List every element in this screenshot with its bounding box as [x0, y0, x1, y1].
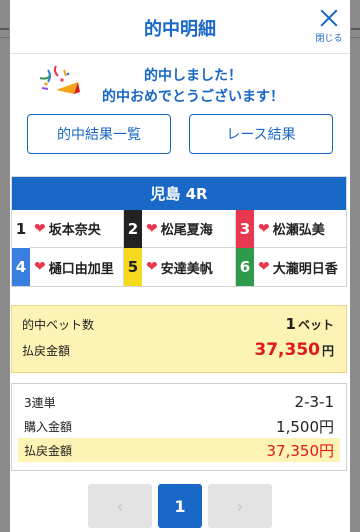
bet-type-label: 3連単 — [24, 395, 56, 410]
heart-icon[interactable]: ❤ — [146, 259, 158, 275]
hit-detail-modal: 的中明細 閉じる 的中しました！ 的中おめでとうございます！ 的中結果一覧 レー… — [10, 0, 350, 532]
racer-name: 坂本奈央 — [48, 223, 101, 238]
race-title: 児島 4R — [12, 177, 346, 210]
racer-cell-4: 4 ❤ 樋口由加里 — [12, 248, 124, 286]
close-button[interactable]: 閉じる — [314, 9, 344, 44]
bet-type-row: 3連単 2-3-1 — [18, 390, 340, 414]
racer-number: 5 — [124, 248, 142, 286]
purchase-row: 購入金額 1,500円 — [18, 414, 340, 438]
heart-icon[interactable]: ❤ — [258, 259, 270, 275]
pagination: ‹ 1 › — [10, 484, 350, 528]
hit-summary: 的中ベット数 1 ベット 払戻金額 37,350 円 — [11, 305, 347, 373]
bets-value-group: 1 ベット — [286, 314, 334, 333]
close-icon — [320, 9, 338, 27]
racer-cell-5: 5 ❤ 安達美帆 — [124, 248, 236, 286]
bets-label: 的中ベット数 — [22, 318, 95, 332]
purchase-value: 1,500円 — [276, 417, 334, 436]
prev-page-button[interactable]: ‹ — [88, 484, 152, 528]
next-page-button[interactable]: › — [208, 484, 272, 528]
bet-type-value: 2-3-1 — [294, 393, 334, 411]
detail-payout-row: 払戻金額 37,350円 — [18, 438, 340, 462]
backdrop-edge-right — [351, 28, 360, 30]
payout-row: 払戻金額 37,350 円 — [22, 340, 334, 366]
racer-name: 松尾夏海 — [160, 223, 213, 238]
racer-name: 安達美帆 — [160, 261, 213, 277]
racer-cell-1: 1 ❤ 坂本奈央 — [12, 209, 124, 248]
detail-payout-value: 37,350円 — [266, 441, 335, 460]
racer-number: 2 — [124, 209, 142, 248]
racer-name: 樋口由加里 — [48, 261, 114, 277]
purchase-label: 購入金額 — [24, 419, 73, 434]
racer-number: 6 — [236, 248, 254, 286]
chevron-left-icon: ‹ — [116, 496, 124, 516]
racer-cell-3: 3 ❤ 松瀬弘美 — [236, 209, 346, 248]
modal-header: 的中明細 閉じる — [10, 0, 350, 54]
heart-icon[interactable]: ❤ — [34, 259, 46, 275]
heart-icon[interactable]: ❤ — [34, 221, 46, 237]
payout-value: 37,350 — [254, 340, 320, 360]
detail-payout-label: 払戻金額 — [24, 443, 73, 458]
bet-detail: 3連単 2-3-1 購入金額 1,500円 払戻金額 37,350円 — [11, 383, 347, 471]
heart-icon[interactable]: ❤ — [146, 221, 158, 237]
racer-name: 松瀬弘美 — [272, 223, 325, 238]
modal-title: 的中明細 — [144, 19, 216, 40]
action-buttons: 的中結果一覧 レース結果 — [10, 114, 350, 154]
payout-label: 払戻金額 — [22, 344, 71, 358]
heart-icon[interactable]: ❤ — [258, 221, 270, 237]
bets-row: 的中ベット数 1 ベット — [22, 314, 334, 340]
backdrop-edge-left — [0, 28, 9, 30]
close-label: 閉じる — [315, 34, 343, 44]
racer-number: 3 — [236, 209, 254, 248]
congrats-section: 的中しました！ 的中おめでとうございます！ — [10, 54, 350, 112]
page-1-button[interactable]: 1 — [158, 484, 202, 528]
congrats-line-2: 的中おめでとうございます！ — [102, 89, 284, 105]
racer-cell-2: 2 ❤ 松尾夏海 — [124, 209, 236, 248]
racer-cell-6: 6 ❤ 大瀧明日香 — [236, 248, 346, 286]
congrats-message: 的中しました！ 的中おめでとうございます！ — [10, 66, 350, 108]
race-results-button[interactable]: レース結果 — [189, 114, 333, 154]
bets-unit: ベット — [297, 318, 334, 332]
racer-number: 4 — [12, 248, 30, 286]
payout-unit: 円 — [321, 344, 334, 358]
bets-value: 1 — [285, 315, 296, 333]
congrats-line-1: 的中しました！ — [144, 68, 242, 84]
racer-number: 1 — [12, 209, 30, 248]
racer-name: 大瀧明日香 — [272, 261, 338, 277]
racer-grid: 1 ❤ 坂本奈央 2 ❤ 松尾夏海 3 ❤ 松瀬弘美 4 ❤ 樋口由加里 5 ❤ — [12, 209, 346, 286]
chevron-right-icon: › — [236, 496, 244, 516]
payout-value-group: 37,350 円 — [254, 340, 334, 360]
race-card: 児島 4R 1 ❤ 坂本奈央 2 ❤ 松尾夏海 3 ❤ 松瀬弘美 4 ❤ 樋口由… — [11, 176, 347, 287]
hit-results-button[interactable]: 的中結果一覧 — [27, 114, 171, 154]
